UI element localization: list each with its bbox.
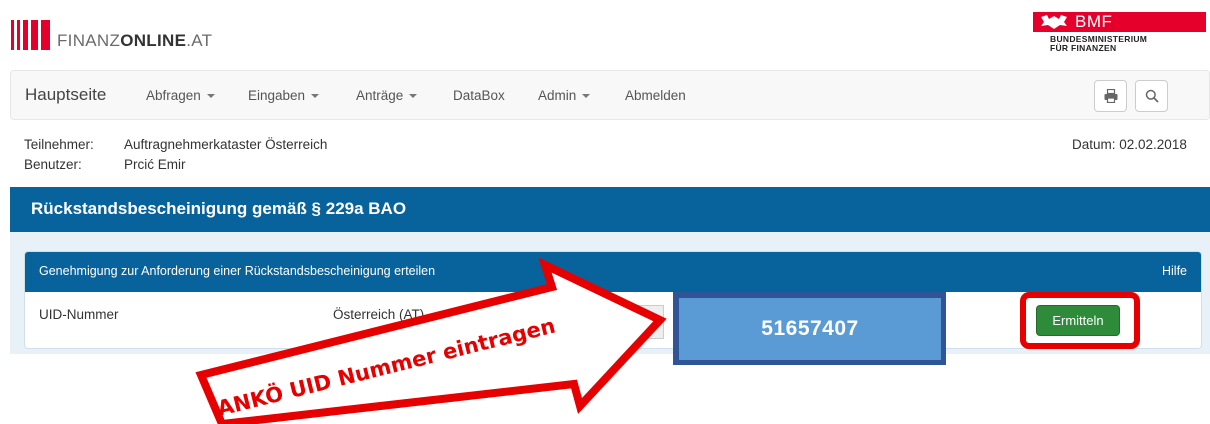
- benutzer-value: Prcić Emir: [124, 157, 186, 172]
- eagle-icon: [1033, 12, 1075, 32]
- logo-text: FINANZONLINE.AT: [57, 31, 213, 50]
- main-navbar: Hauptseite Abfragen Eingaben Anträge Dat…: [10, 70, 1210, 120]
- nav-item-abmelden[interactable]: Abmelden: [625, 88, 686, 103]
- caret-down-icon: [206, 94, 215, 99]
- uid-input[interactable]: 51657407: [673, 292, 946, 365]
- panel-title: Genehmigung zur Anforderung einer Rückst…: [39, 264, 436, 278]
- nav-item-databox[interactable]: DataBox: [453, 88, 505, 103]
- bmf-subtitle: BUNDESMINISTERIUM FÜR FINANZEN: [1050, 34, 1148, 53]
- caret-down-icon: [409, 94, 418, 99]
- logo-bars-icon: [11, 20, 53, 50]
- finanzonline-logo[interactable]: FINANZONLINE.AT: [11, 14, 212, 50]
- search-icon: [1145, 89, 1159, 103]
- uid-prefix-addon: U: [628, 305, 664, 339]
- country-value: Österreich (AT): [333, 307, 425, 322]
- page-title-bar: Rückstandsbescheinigung gemäß § 229a BAO: [10, 187, 1210, 232]
- nav-home[interactable]: Hauptseite: [25, 85, 106, 105]
- page-title: Rückstandsbescheinigung gemäß § 229a BAO: [31, 199, 407, 218]
- nav-item-abfragen[interactable]: Abfragen: [146, 88, 215, 103]
- teilnehmer-value: Auftragnehmerkataster Österreich: [124, 137, 328, 152]
- search-button[interactable]: [1135, 80, 1168, 112]
- nav-item-admin[interactable]: Admin: [538, 88, 591, 103]
- caret-down-icon: [582, 94, 591, 99]
- uid-label: UID-Nummer: [39, 307, 119, 322]
- help-link[interactable]: Hilfe: [1162, 264, 1187, 278]
- teilnehmer-label: Teilnehmer:: [24, 137, 94, 152]
- print-icon: [1104, 89, 1117, 103]
- benutzer-label: Benutzer:: [24, 157, 82, 172]
- date-display: Datum: 02.02.2018: [1072, 137, 1187, 152]
- uid-input-value: 51657407: [679, 298, 941, 360]
- highlight-frame: Ermitteln: [1020, 292, 1140, 349]
- print-button[interactable]: [1094, 80, 1127, 112]
- nav-item-antraege[interactable]: Anträge: [356, 88, 418, 103]
- nav-item-eingaben[interactable]: Eingaben: [248, 88, 320, 103]
- ermitteln-button[interactable]: Ermitteln: [1036, 305, 1120, 336]
- header: FINANZONLINE.AT BMF BUNDESMINISTERIUM FÜ…: [0, 0, 1210, 68]
- caret-down-icon: [311, 94, 320, 99]
- panel-header: Genehmigung zur Anforderung einer Rückst…: [25, 252, 1201, 292]
- bmf-logo: BMF BUNDESMINISTERIUM FÜR FINANZEN: [1033, 12, 1206, 60]
